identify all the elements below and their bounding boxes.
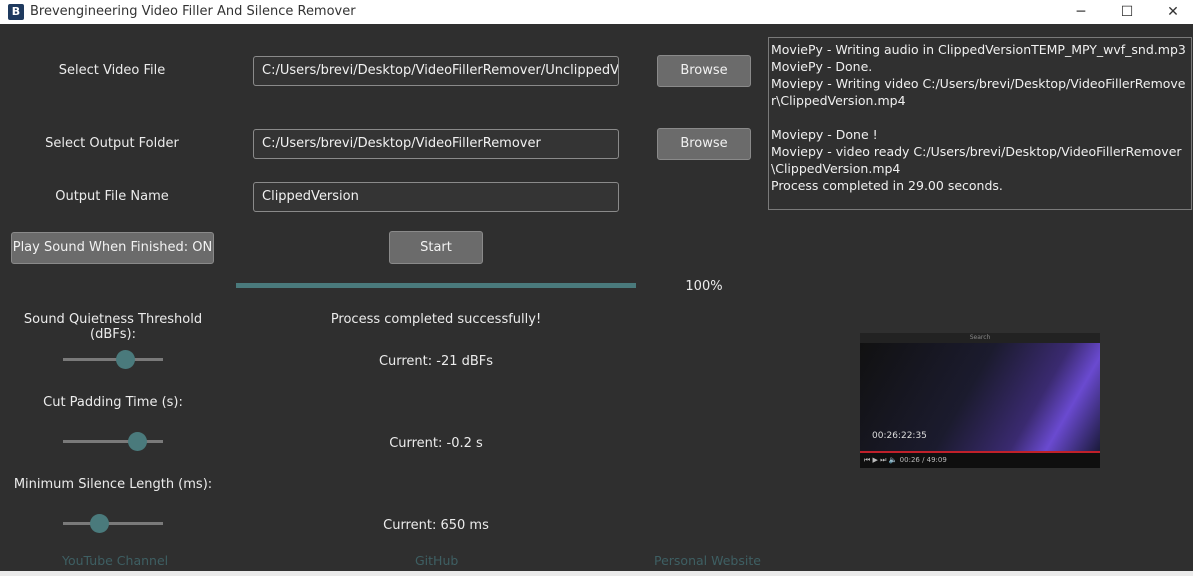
output-folder-input[interactable]: C:/Users/brevi/Desktop/VideoFillerRemove… xyxy=(253,129,619,159)
app-logo-icon: B xyxy=(8,4,24,20)
browse-video-button[interactable]: Browse xyxy=(657,55,751,87)
volume-icon: 🔈 xyxy=(888,456,898,464)
threshold-slider[interactable] xyxy=(63,350,163,370)
browse-folder-button[interactable]: Browse xyxy=(657,128,751,160)
play-sound-toggle-button[interactable]: Play Sound When Finished: ON xyxy=(11,232,214,264)
log-line: MoviePy - Done. xyxy=(771,59,873,74)
output-folder-label: Select Output Folder xyxy=(45,136,179,151)
preview-controls: ⏮ ▶ ⏭ 🔈 00:26 / 49:09 xyxy=(860,453,1100,468)
window-title: Brevengineering Video Filler And Silence… xyxy=(30,4,356,19)
title-bar: B Brevengineering Video Filler And Silen… xyxy=(0,0,1193,24)
min-silence-current: Current: 650 ms xyxy=(383,518,489,533)
output-name-input[interactable]: ClippedVersion xyxy=(253,182,619,212)
maximize-button[interactable]: ☐ xyxy=(1104,0,1150,24)
min-silence-slider-handle[interactable] xyxy=(90,514,109,533)
min-silence-slider-track xyxy=(63,522,163,525)
close-button[interactable]: ✕ xyxy=(1150,0,1193,24)
video-preview-thumbnail: Search 00:26:22:35 ⏮ ▶ ⏭ 🔈 00:26 / 49:09 xyxy=(860,333,1100,468)
github-link[interactable]: GitHub xyxy=(415,553,458,568)
threshold-slider-track xyxy=(63,358,163,361)
preview-timestamp: 00:26:22:35 xyxy=(872,431,927,441)
log-line: Moviepy - Done ! xyxy=(771,127,878,142)
log-output[interactable]: MoviePy - Writing audio in ClippedVersio… xyxy=(768,37,1192,210)
output-name-label: Output File Name xyxy=(55,189,169,204)
status-message: Process completed successfully! xyxy=(330,312,542,327)
skip-forward-icon: ⏭ xyxy=(880,456,887,464)
progress-bar xyxy=(236,283,636,288)
preview-controls-time: 00:26 / 49:09 xyxy=(899,456,947,464)
video-file-label: Select Video File xyxy=(58,63,166,78)
preview-search-bar: Search xyxy=(860,333,1100,343)
threshold-slider-handle[interactable] xyxy=(116,350,135,369)
padding-slider-handle[interactable] xyxy=(128,432,147,451)
min-silence-label: Minimum Silence Length (ms): xyxy=(13,477,213,492)
progress-bar-fill xyxy=(236,283,636,288)
play-icon: ▶ xyxy=(872,456,878,464)
padding-slider-track xyxy=(63,440,163,443)
padding-label: Cut Padding Time (s): xyxy=(43,395,183,410)
padding-slider[interactable] xyxy=(63,432,163,452)
start-button[interactable]: Start xyxy=(389,231,483,264)
threshold-current: Current: -21 dBFs xyxy=(378,354,494,369)
threshold-label: Sound Quietness Threshold (dBFs): xyxy=(23,312,203,342)
log-line: Moviepy - Writing video C:/Users/brevi/D… xyxy=(771,76,1186,108)
padding-current: Current: -0.2 s xyxy=(389,436,483,451)
log-line: MoviePy - Writing audio in ClippedVersio… xyxy=(771,42,1186,57)
log-line: Process completed in 29.00 seconds. xyxy=(771,178,1003,193)
website-link[interactable]: Personal Website xyxy=(654,553,761,568)
youtube-link[interactable]: YouTube Channel xyxy=(62,553,168,568)
min-silence-slider[interactable] xyxy=(63,514,163,534)
log-line: Moviepy - video ready C:/Users/brevi/Des… xyxy=(771,144,1182,176)
progress-percent: 100% xyxy=(685,279,723,294)
video-file-input[interactable]: C:/Users/brevi/Desktop/VideoFillerRemove… xyxy=(253,56,619,86)
bottom-strip xyxy=(0,571,1193,576)
minimize-button[interactable]: ─ xyxy=(1058,0,1104,24)
skip-back-icon: ⏮ xyxy=(864,456,871,464)
